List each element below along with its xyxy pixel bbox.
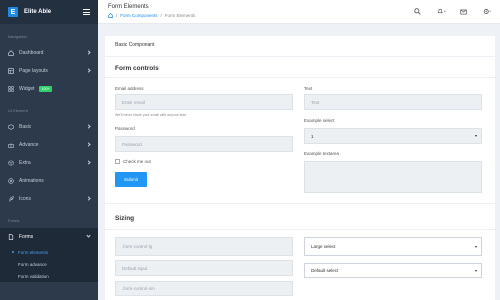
sidebar-subitem-form-advance[interactable]: Form advance bbox=[0, 258, 98, 270]
checkbox-label[interactable]: Check me out bbox=[123, 159, 151, 164]
chevron-right-icon bbox=[86, 50, 91, 55]
mail-icon[interactable] bbox=[460, 7, 469, 16]
breadcrumb-current: Form Elements bbox=[164, 13, 196, 18]
email-help-text: We'll never share your email with anyone… bbox=[115, 113, 187, 117]
password-label: Password bbox=[115, 126, 135, 131]
chevron-right-icon bbox=[86, 142, 91, 147]
divider bbox=[105, 203, 495, 204]
header-actions bbox=[414, 7, 492, 16]
example-select-label: Example select bbox=[304, 118, 335, 123]
home-icon[interactable] bbox=[108, 13, 113, 18]
sidebar-subitem-label: Form validation bbox=[18, 273, 49, 279]
section-label-ui-element: UI Element bbox=[8, 108, 28, 113]
top-header: Form Elements / Form Components / Form E… bbox=[98, 0, 500, 24]
sidebar-item-animations[interactable]: Animations bbox=[0, 172, 98, 190]
card-title: Basic Componant bbox=[115, 42, 155, 48]
chevron-right-icon bbox=[86, 160, 91, 165]
sidebar-subitem-form-elements[interactable]: Form elements bbox=[0, 246, 98, 258]
divider bbox=[105, 56, 495, 57]
menu-toggle-icon[interactable] bbox=[83, 8, 90, 17]
aperture-icon bbox=[8, 178, 14, 184]
section-label-forms: Forms bbox=[8, 218, 20, 223]
sidebar-item-label: Extra bbox=[19, 160, 31, 166]
check-me-out-checkbox[interactable] bbox=[115, 159, 120, 164]
layout-icon bbox=[8, 68, 14, 74]
email-field[interactable]: Enter email bbox=[115, 94, 293, 110]
sidebar-item-forms[interactable]: Forms bbox=[0, 228, 98, 246]
sidebar-item-dashboard[interactable]: Dashboard bbox=[0, 44, 98, 62]
sidebar-subitem-form-validation[interactable]: Form validation bbox=[0, 270, 98, 282]
gift-icon bbox=[8, 142, 14, 148]
dropdown-caret-icon bbox=[475, 245, 477, 248]
sidebar-item-widget[interactable]: Widget 100+ bbox=[0, 80, 98, 98]
settings-icon[interactable] bbox=[483, 7, 492, 16]
dropdown-caret-icon bbox=[475, 135, 477, 137]
chevron-down-icon bbox=[86, 233, 91, 238]
select-value: Large select bbox=[311, 244, 336, 249]
text-field[interactable]: Text bbox=[304, 94, 482, 110]
section-label-navigation: Navigation bbox=[8, 34, 27, 39]
example-textarea[interactable] bbox=[304, 161, 482, 193]
large-select[interactable]: Large select bbox=[304, 237, 482, 256]
example-select[interactable]: 1 bbox=[304, 128, 482, 144]
chevron-right-icon bbox=[86, 124, 91, 129]
example-textarea-label: Example textarea bbox=[304, 151, 340, 156]
sidebar-item-page-layouts[interactable]: Page layouts bbox=[0, 62, 98, 80]
sidebar-item-label: Basic bbox=[19, 124, 32, 130]
bell-icon[interactable] bbox=[437, 7, 446, 16]
sidebar-item-basic[interactable]: Basic bbox=[0, 118, 98, 136]
basic-component-card: Basic Componant Form controls Email addr… bbox=[105, 36, 495, 300]
text-label: Text bbox=[304, 86, 313, 91]
active-dot-icon bbox=[12, 251, 14, 253]
breadcrumb: / Form Components / Form Elements bbox=[108, 13, 195, 18]
sidebar-item-label: Icons bbox=[19, 196, 31, 202]
brand-logo[interactable]: E bbox=[8, 7, 18, 17]
large-input[interactable]: .form-control-lg bbox=[115, 237, 293, 256]
chevron-right-icon bbox=[86, 68, 91, 73]
form-controls-heading: Form controls bbox=[115, 65, 159, 72]
select-value: 1 bbox=[311, 133, 314, 139]
page-title: Form Elements bbox=[108, 4, 149, 10]
sidebar-subitem-label: Form advance bbox=[18, 261, 47, 267]
file-icon bbox=[8, 234, 14, 240]
search-icon[interactable] bbox=[414, 7, 423, 16]
sidebar-item-extra[interactable]: Extra bbox=[0, 154, 98, 172]
sidebar-subitem-label: Form elements bbox=[18, 249, 49, 255]
sidebar-item-label: Forms bbox=[19, 234, 34, 240]
dropdown-caret-icon bbox=[475, 269, 477, 272]
widget-count-badge: 100+ bbox=[38, 86, 53, 92]
box-icon bbox=[8, 124, 14, 130]
home-icon bbox=[8, 50, 14, 56]
breadcrumb-link[interactable]: Form Components bbox=[120, 13, 157, 18]
default-select[interactable]: Default select bbox=[304, 263, 482, 278]
sidebar-item-label: Page layouts bbox=[19, 68, 48, 74]
brand-name[interactable]: Elite Able bbox=[24, 9, 51, 15]
sidebar-item-advance[interactable]: Advance bbox=[0, 136, 98, 154]
sidebar: E Elite Able Navigation Dashboard Page l… bbox=[0, 0, 98, 300]
sizing-heading: Sizing bbox=[115, 215, 135, 222]
chevron-right-icon bbox=[86, 196, 91, 201]
divider bbox=[105, 77, 495, 78]
brand-bar: E Elite Able bbox=[0, 0, 98, 24]
breadcrumb-separator: / bbox=[116, 13, 118, 18]
package-icon bbox=[8, 160, 14, 166]
select-value: Default select bbox=[311, 268, 339, 273]
breadcrumb-separator: / bbox=[160, 13, 162, 18]
submit-button[interactable]: Submit bbox=[115, 172, 147, 187]
password-field[interactable]: Password bbox=[115, 136, 293, 152]
sidebar-item-label: Widget bbox=[19, 86, 35, 92]
divider bbox=[105, 229, 495, 230]
email-label: Email address bbox=[115, 86, 144, 91]
sidebar-item-label: Dashboard bbox=[19, 50, 44, 56]
sidebar-item-label: Animations bbox=[19, 178, 44, 184]
default-input[interactable]: Default input bbox=[115, 260, 293, 276]
sidebar-item-icons[interactable]: Icons bbox=[0, 190, 98, 208]
widget-icon bbox=[8, 86, 14, 92]
small-input[interactable]: .form-control-sm bbox=[115, 281, 293, 296]
sidebar-item-label: Advance bbox=[19, 142, 39, 148]
feather-icon bbox=[8, 196, 14, 202]
